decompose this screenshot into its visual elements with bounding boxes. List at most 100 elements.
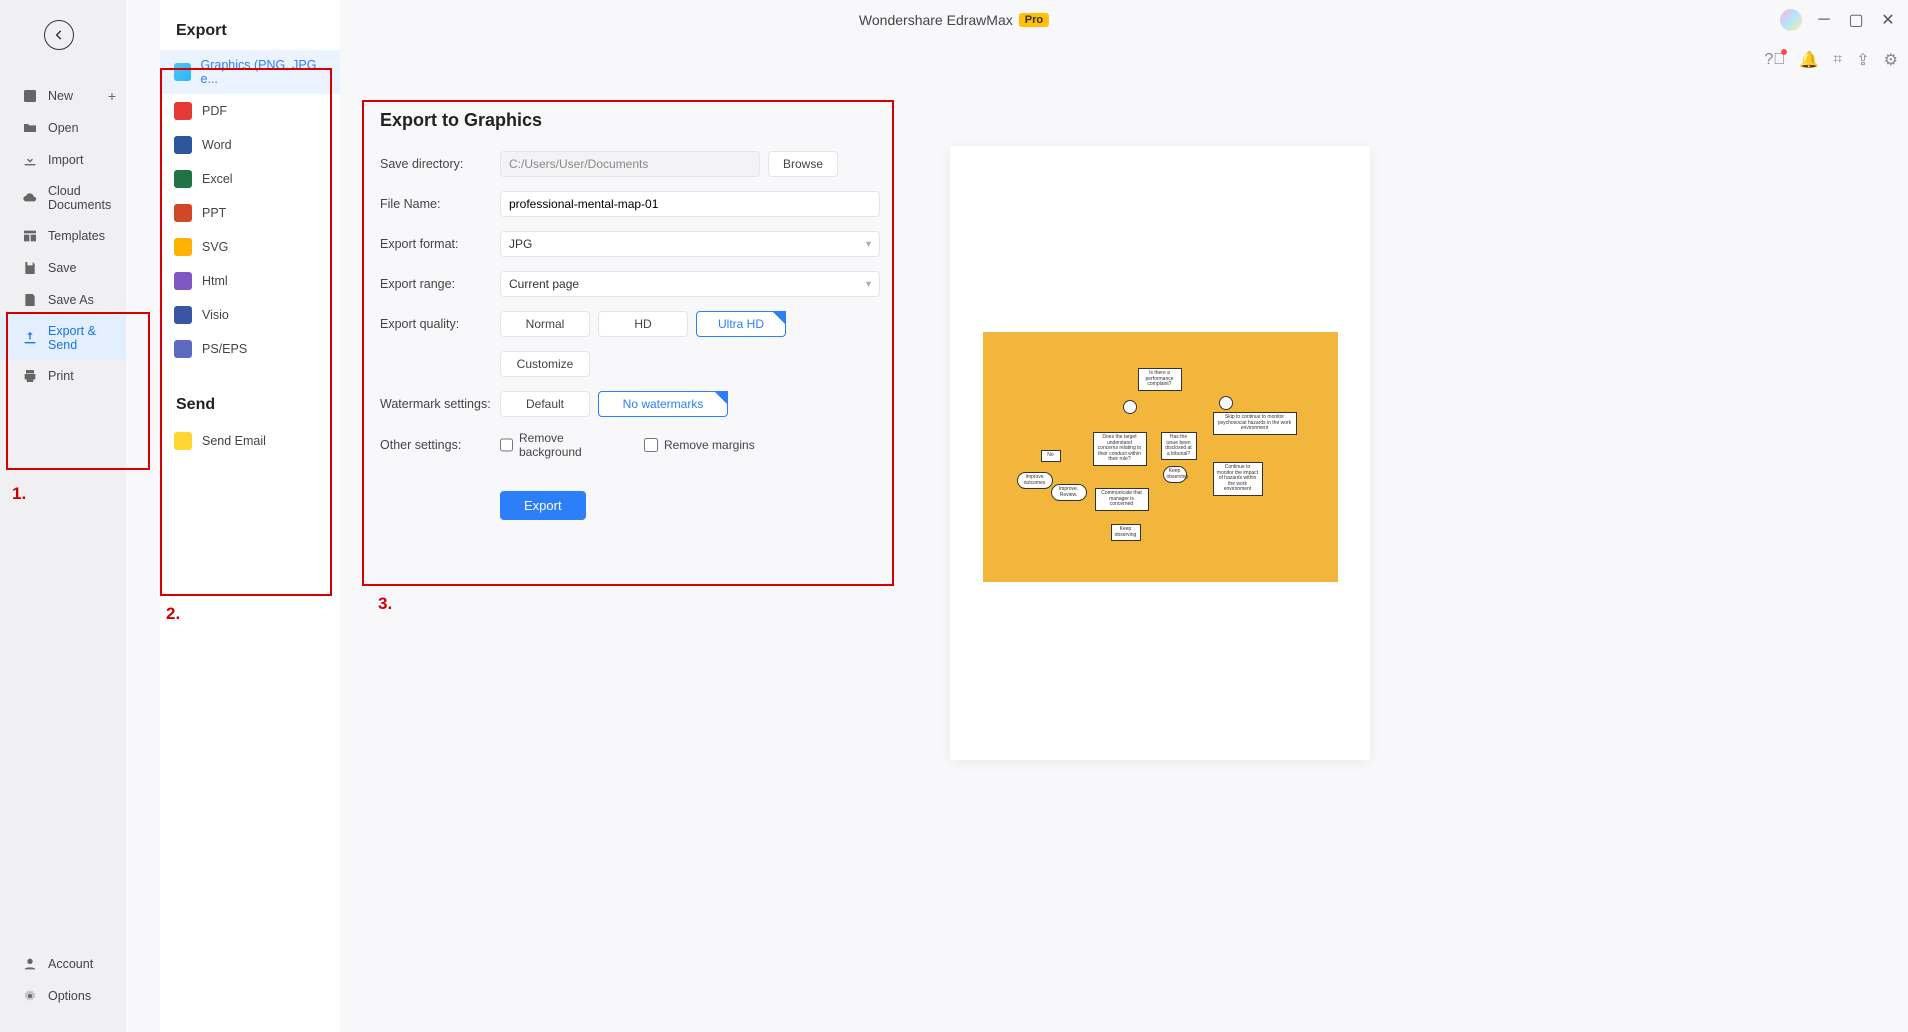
folder-icon: [22, 120, 38, 136]
quality-customize[interactable]: Customize: [500, 351, 590, 377]
visio-file-icon: [174, 306, 192, 324]
preview-pane: Is there a performance complaint? Skip t…: [950, 146, 1370, 760]
nav-saveas-label: Save As: [48, 293, 94, 307]
export-excel[interactable]: Excel: [160, 162, 340, 196]
save-dir-label: Save directory:: [380, 157, 500, 171]
remove-bg-input[interactable]: [500, 438, 513, 452]
gear-icon: [22, 988, 38, 1004]
save-dir-input: [500, 151, 760, 177]
nav-print[interactable]: Print: [0, 360, 126, 392]
nav-cloud-label: Cloud Documents: [48, 184, 116, 212]
close-button[interactable]: ✕: [1878, 10, 1898, 30]
image-file-icon: [174, 63, 191, 81]
export-pdf[interactable]: PDF: [160, 94, 340, 128]
panel-title: Export to Graphics: [380, 110, 880, 131]
ps-file-icon: [174, 340, 192, 358]
range-value: Current page: [509, 277, 579, 291]
remove-margins-input[interactable]: [644, 438, 658, 452]
export-graphics-label: Graphics (PNG, JPG e...: [201, 58, 327, 86]
quality-hd[interactable]: HD: [598, 311, 688, 337]
remove-margins-text: Remove margins: [664, 438, 755, 452]
export-ps-label: PS/EPS: [202, 342, 247, 356]
send-email[interactable]: Send Email: [160, 424, 340, 458]
share-icon[interactable]: ⇪: [1856, 50, 1869, 70]
export-button[interactable]: Export: [500, 491, 586, 520]
export-visio-label: Visio: [202, 308, 229, 322]
nav-new[interactable]: New +: [0, 80, 126, 112]
watermark-none[interactable]: No watermarks: [598, 391, 728, 417]
plus-icon: +: [108, 88, 116, 104]
format-value: JPG: [509, 237, 532, 251]
settings-icon[interactable]: ⚙: [1884, 50, 1898, 70]
export-ps[interactable]: PS/EPS: [160, 332, 340, 366]
save-as-icon: [22, 292, 38, 308]
templates-icon: [22, 228, 38, 244]
export-heading: Export: [160, 16, 340, 50]
export-graphics[interactable]: Graphics (PNG, JPG e...: [160, 50, 340, 94]
print-icon: [22, 368, 38, 384]
annotation-label-3: 3.: [378, 594, 392, 614]
plus-square-icon: [22, 88, 38, 104]
nav-save[interactable]: Save: [0, 252, 126, 284]
sidebar-export: Export Graphics (PNG, JPG e... PDF Word …: [160, 0, 340, 1032]
export-pdf-label: PDF: [202, 104, 227, 118]
minimize-button[interactable]: ─: [1814, 10, 1834, 30]
maximize-button[interactable]: ▢: [1846, 10, 1866, 30]
word-file-icon: [174, 136, 192, 154]
nav-templates[interactable]: Templates: [0, 220, 126, 252]
nav-save-label: Save: [48, 261, 77, 275]
export-ppt-label: PPT: [202, 206, 226, 220]
nav-export-send[interactable]: Export & Send: [0, 316, 126, 360]
export-word[interactable]: Word: [160, 128, 340, 162]
filename-label: File Name:: [380, 197, 500, 211]
pro-badge: Pro: [1019, 13, 1049, 27]
export-svg-label: SVG: [202, 240, 228, 254]
remove-margins-checkbox[interactable]: Remove margins: [644, 431, 764, 459]
nav-open-label: Open: [48, 121, 79, 135]
save-icon: [22, 260, 38, 276]
format-select[interactable]: JPG: [500, 231, 880, 257]
nav-import[interactable]: Import: [0, 144, 126, 176]
nav-open[interactable]: Open: [0, 112, 126, 144]
nav-options[interactable]: Options: [0, 980, 126, 1012]
back-button[interactable]: [44, 20, 74, 50]
filename-input[interactable]: [500, 191, 880, 217]
export-panel: Export to Graphics Save directory: Brows…: [380, 110, 880, 534]
ppt-file-icon: [174, 204, 192, 222]
export-html[interactable]: Html: [160, 264, 340, 298]
send-heading: Send: [160, 390, 340, 424]
sidebar-main: New + Open Import Cloud Documents Templa…: [0, 0, 126, 1032]
bell-icon[interactable]: 🔔: [1799, 50, 1819, 70]
svg-file-icon: [174, 238, 192, 256]
nav-templates-label: Templates: [48, 229, 105, 243]
email-icon: [174, 432, 192, 450]
export-ppt[interactable]: PPT: [160, 196, 340, 230]
avatar[interactable]: [1780, 9, 1802, 31]
format-label: Export format:: [380, 237, 500, 251]
nav-cloud-documents[interactable]: Cloud Documents: [0, 176, 126, 220]
quality-uhd[interactable]: Ultra HD: [696, 311, 786, 337]
export-svg[interactable]: SVG: [160, 230, 340, 264]
help-icon[interactable]: ?⃝: [1764, 51, 1785, 69]
watermark-default[interactable]: Default: [500, 391, 590, 417]
apps-icon[interactable]: ⌗: [1833, 51, 1842, 69]
nav-save-as[interactable]: Save As: [0, 284, 126, 316]
export-excel-label: Excel: [202, 172, 233, 186]
app-title: Wondershare EdrawMax: [859, 12, 1013, 28]
nav-options-label: Options: [48, 989, 91, 1003]
nav-account[interactable]: Account: [0, 948, 126, 980]
quality-normal[interactable]: Normal: [500, 311, 590, 337]
browse-button[interactable]: Browse: [768, 151, 838, 177]
range-label: Export range:: [380, 277, 500, 291]
account-icon: [22, 956, 38, 972]
secondary-toolbar: ?⃝ 🔔 ⌗ ⇪ ⚙: [1764, 50, 1898, 70]
annotation-label-1: 1.: [12, 484, 26, 504]
annotation-label-2: 2.: [166, 604, 180, 624]
export-visio[interactable]: Visio: [160, 298, 340, 332]
remove-bg-text: Remove background: [519, 431, 620, 459]
export-word-label: Word: [202, 138, 232, 152]
nav-import-label: Import: [48, 153, 83, 167]
preview-image: Is there a performance complaint? Skip t…: [983, 332, 1338, 582]
remove-bg-checkbox[interactable]: Remove background: [500, 431, 620, 459]
range-select[interactable]: Current page: [500, 271, 880, 297]
